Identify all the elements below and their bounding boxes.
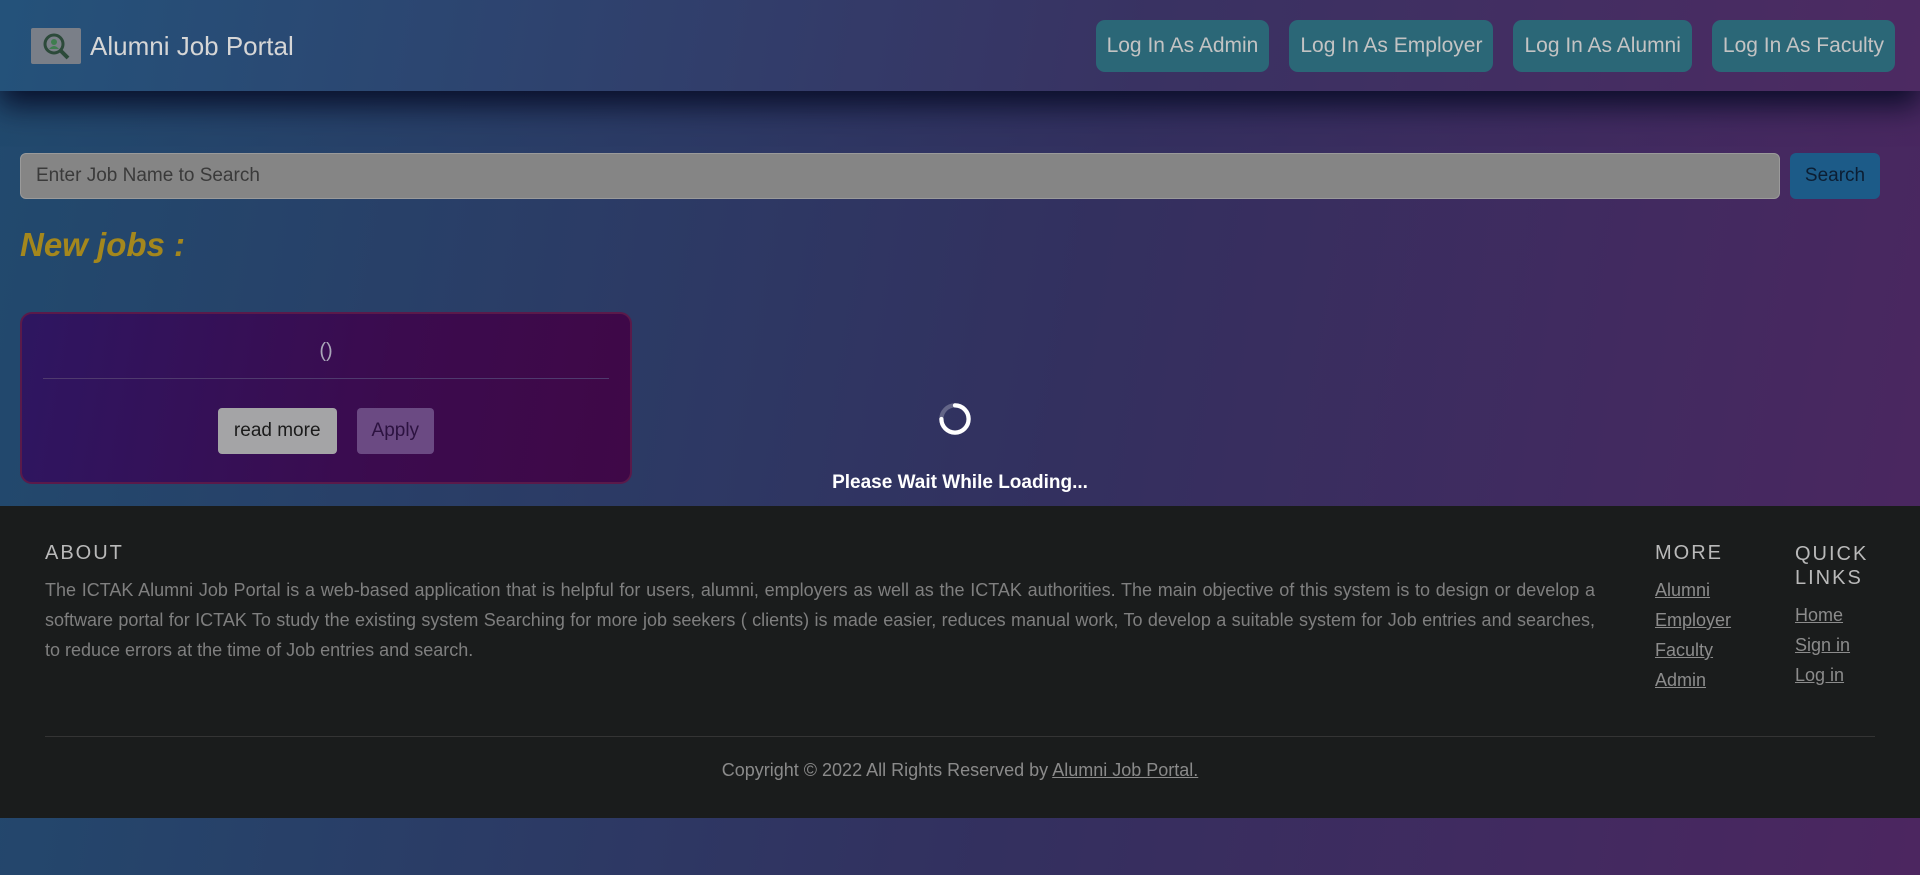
about-text: The ICTAK Alumni Job Portal is a web-bas… bbox=[45, 580, 1595, 660]
more-link-item: Alumni bbox=[1655, 575, 1731, 605]
job-search-input[interactable] bbox=[20, 153, 1780, 199]
brand[interactable]: Alumni Job Portal bbox=[31, 28, 294, 64]
job-card-title: () bbox=[319, 340, 333, 362]
copyright-link[interactable]: Alumni Job Portal. bbox=[1052, 760, 1198, 780]
more-link-item: Faculty bbox=[1655, 635, 1731, 665]
copyright: Copyright © 2022 All Rights Reserved by … bbox=[0, 760, 1920, 781]
navbar: Alumni Job Portal Log In As Admin Log In… bbox=[0, 0, 1920, 91]
footer-about: ABOUT The ICTAK Alumni Job Portal is a w… bbox=[45, 542, 1595, 665]
copyright-text: Copyright © 2022 All Rights Reserved by bbox=[721, 760, 1049, 780]
apply-button[interactable]: Apply bbox=[356, 408, 435, 454]
footer-link-home[interactable]: Home bbox=[1795, 605, 1843, 625]
footer-link-sign-in[interactable]: Sign in bbox=[1795, 635, 1850, 655]
more-link-item: Admin bbox=[1655, 665, 1731, 695]
login-faculty-button[interactable]: Log In As Faculty bbox=[1711, 20, 1895, 72]
more-heading: MORE bbox=[1655, 542, 1723, 564]
quick-link-item: Log in bbox=[1795, 660, 1885, 690]
more-link-item: Employer bbox=[1655, 605, 1731, 635]
quick-links-heading: QUICK LINKS bbox=[1795, 543, 1869, 589]
footer-link-log-in[interactable]: Log in bbox=[1795, 665, 1844, 685]
login-alumni-button[interactable]: Log In As Alumni bbox=[1513, 20, 1692, 72]
footer-more: MORE Alumni Employer Faculty Admin bbox=[1655, 542, 1731, 695]
job-card: () read more Apply bbox=[20, 312, 632, 484]
brand-logo-icon bbox=[31, 28, 81, 64]
loading-message: Please Wait While Loading... bbox=[832, 472, 1088, 493]
footer-link-faculty[interactable]: Faculty bbox=[1655, 640, 1713, 660]
new-jobs-heading: New jobs : bbox=[20, 226, 186, 263]
footer-quick-links: QUICK LINKS Home Sign in Log in bbox=[1795, 542, 1885, 690]
footer-link-employer[interactable]: Employer bbox=[1655, 610, 1731, 630]
job-card-actions: read more Apply bbox=[22, 408, 630, 454]
quick-link-item: Home bbox=[1795, 600, 1885, 630]
job-card-divider bbox=[43, 378, 609, 379]
read-more-button[interactable]: read more bbox=[217, 408, 337, 454]
footer-link-alumni[interactable]: Alumni bbox=[1655, 580, 1710, 600]
quick-links: Home Sign in Log in bbox=[1795, 600, 1885, 690]
search-button[interactable]: Search bbox=[1790, 153, 1880, 199]
search-bar: Search bbox=[20, 153, 1900, 199]
brand-title: Alumni Job Portal bbox=[90, 30, 294, 61]
quick-link-item: Sign in bbox=[1795, 630, 1885, 660]
login-employer-button[interactable]: Log In As Employer bbox=[1289, 20, 1494, 72]
footer-link-admin[interactable]: Admin bbox=[1655, 670, 1706, 690]
more-links: Alumni Employer Faculty Admin bbox=[1655, 575, 1731, 695]
about-heading: ABOUT bbox=[45, 542, 124, 564]
footer: ABOUT The ICTAK Alumni Job Portal is a w… bbox=[0, 506, 1920, 818]
login-admin-button[interactable]: Log In As Admin bbox=[1095, 20, 1270, 72]
loading-spinner-icon bbox=[939, 403, 971, 435]
footer-divider bbox=[45, 736, 1875, 737]
login-buttons: Log In As Admin Log In As Employer Log I… bbox=[1095, 20, 1895, 72]
